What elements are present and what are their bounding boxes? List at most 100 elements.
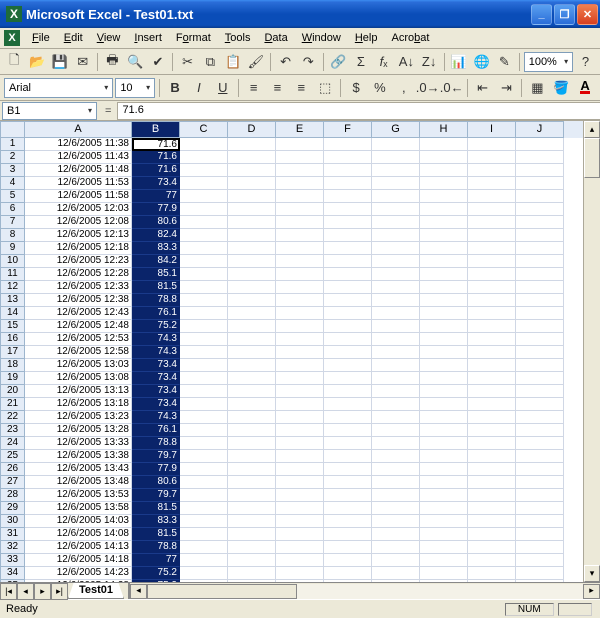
cell[interactable] [468,385,516,398]
row-header[interactable]: 13 [0,294,25,307]
decrease-decimal-button[interactable]: .0← [441,77,463,99]
underline-button[interactable]: U [212,77,234,99]
cell[interactable] [324,580,372,582]
chart-button[interactable]: 📊 [448,51,469,73]
cell[interactable] [228,476,276,489]
cell[interactable]: 12/6/2005 12:48 [25,320,132,333]
cell[interactable] [276,515,324,528]
cell[interactable] [180,372,228,385]
cell[interactable]: 12/6/2005 14:18 [25,554,132,567]
cell[interactable] [372,476,420,489]
cell[interactable] [276,385,324,398]
email-button[interactable]: ✉ [72,51,93,73]
cell[interactable] [516,411,564,424]
cell[interactable] [324,567,372,580]
cell[interactable] [372,398,420,411]
cell[interactable]: 71.6 [132,151,180,164]
cell[interactable] [516,424,564,437]
autosum-button[interactable]: Σ [350,51,371,73]
cell[interactable] [276,294,324,307]
cell[interactable] [228,359,276,372]
column-header-a[interactable]: A [25,121,132,138]
scroll-up-button[interactable]: ▴ [584,121,600,138]
hscroll-thumb[interactable] [147,584,297,599]
format-painter-button[interactable]: 🖌 [246,51,267,73]
cell[interactable] [228,541,276,554]
close-button[interactable]: ✕ [577,4,598,25]
cell[interactable]: 83.3 [132,515,180,528]
cell[interactable] [324,372,372,385]
cell[interactable] [276,255,324,268]
cell[interactable] [228,333,276,346]
cell[interactable] [420,489,468,502]
row-header[interactable]: 5 [0,190,25,203]
sort-asc-button[interactable]: A↓ [396,51,417,73]
horizontal-scrollbar[interactable]: ◂ ▸ [128,583,600,599]
cell[interactable] [276,528,324,541]
cell[interactable] [180,255,228,268]
sort-desc-button[interactable]: Z↓ [419,51,440,73]
cell[interactable] [516,359,564,372]
cell[interactable]: 81.5 [132,281,180,294]
row-header[interactable]: 24 [0,437,25,450]
cell[interactable] [228,242,276,255]
cell[interactable] [228,190,276,203]
cell[interactable] [516,463,564,476]
cell[interactable] [516,177,564,190]
row-header[interactable]: 6 [0,203,25,216]
merge-center-button[interactable]: ⬚ [314,77,336,99]
copy-button[interactable]: ⧉ [200,51,221,73]
cell[interactable] [468,242,516,255]
cell[interactable] [180,567,228,580]
cell[interactable] [228,515,276,528]
cell[interactable]: 12/6/2005 13:13 [25,385,132,398]
cell[interactable] [420,268,468,281]
row-header[interactable]: 25 [0,450,25,463]
row-header[interactable]: 19 [0,372,25,385]
cell[interactable] [372,515,420,528]
cell[interactable] [180,320,228,333]
cell[interactable] [468,411,516,424]
cell[interactable] [228,268,276,281]
cell[interactable] [324,385,372,398]
row-header[interactable]: 28 [0,489,25,502]
cell[interactable] [228,164,276,177]
cell[interactable] [276,541,324,554]
cell[interactable] [324,203,372,216]
cell[interactable] [324,515,372,528]
cell[interactable] [468,255,516,268]
row-header[interactable]: 26 [0,463,25,476]
italic-button[interactable]: I [188,77,210,99]
cell[interactable] [180,463,228,476]
row-header[interactable]: 9 [0,242,25,255]
column-header-d[interactable]: D [228,121,276,138]
cell[interactable] [516,164,564,177]
cell[interactable] [180,268,228,281]
cell[interactable]: 79.7 [132,450,180,463]
cell[interactable]: 12/6/2005 14:03 [25,515,132,528]
cell[interactable] [468,502,516,515]
row-header[interactable]: 3 [0,164,25,177]
cell[interactable] [180,476,228,489]
menu-edit[interactable]: Edit [58,30,89,46]
cell[interactable] [468,515,516,528]
cell[interactable]: 76.1 [132,307,180,320]
cell[interactable]: 78.8 [132,294,180,307]
cell[interactable] [372,242,420,255]
row-header[interactable]: 20 [0,385,25,398]
formula-input[interactable]: 71.6 [117,102,600,120]
cell[interactable] [324,463,372,476]
cell[interactable]: 76.1 [132,424,180,437]
select-all-corner[interactable] [0,121,25,138]
cell[interactable] [276,138,324,151]
font-color-button[interactable]: A [574,77,596,99]
cell[interactable] [276,229,324,242]
row-header[interactable]: 31 [0,528,25,541]
cell[interactable]: 83.3 [132,242,180,255]
cell[interactable] [468,177,516,190]
menu-help[interactable]: Help [349,30,384,46]
cell[interactable] [324,151,372,164]
cell[interactable] [228,437,276,450]
cell[interactable] [420,320,468,333]
cell[interactable] [180,294,228,307]
